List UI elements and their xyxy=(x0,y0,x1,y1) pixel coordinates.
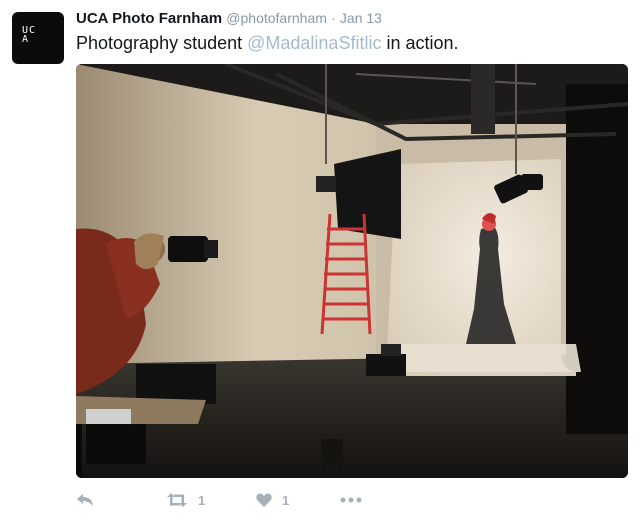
avatar[interactable]: UC A ​ xyxy=(12,12,64,64)
tweet-text-after: in action. xyxy=(381,33,459,53)
retweet-button[interactable]: 1 xyxy=(166,488,205,512)
tweet-text-before: Photography student xyxy=(76,33,248,53)
author-handle[interactable]: @photofarnham xyxy=(226,10,327,26)
like-button[interactable]: 1 xyxy=(256,488,289,512)
tweet-photo[interactable] xyxy=(76,64,628,478)
more-button[interactable] xyxy=(340,488,362,512)
tweet-date[interactable]: Jan 13 xyxy=(340,10,382,26)
photo-studio-image xyxy=(76,64,628,478)
avatar-subtext: ​ xyxy=(36,39,56,42)
reply-icon xyxy=(77,494,93,506)
reply-button[interactable] xyxy=(76,488,94,512)
author-name[interactable]: UCA Photo Farnham xyxy=(76,10,222,27)
tweet-header: UCA Photo Farnham @photofarnham · Jan 13 xyxy=(76,10,382,27)
like-count: 1 xyxy=(282,492,290,508)
retweet-icon xyxy=(167,493,187,507)
tweet-actions: 1 1 xyxy=(76,488,476,512)
heart-icon xyxy=(256,493,272,507)
tweet-mention-link[interactable]: @MadalinaSfitlic xyxy=(247,33,381,53)
tweet-text: Photography student @MadalinaSfitlic in … xyxy=(76,33,459,54)
retweet-count: 1 xyxy=(198,492,206,508)
header-separator: · xyxy=(331,10,336,26)
more-dots-icon xyxy=(340,497,362,503)
